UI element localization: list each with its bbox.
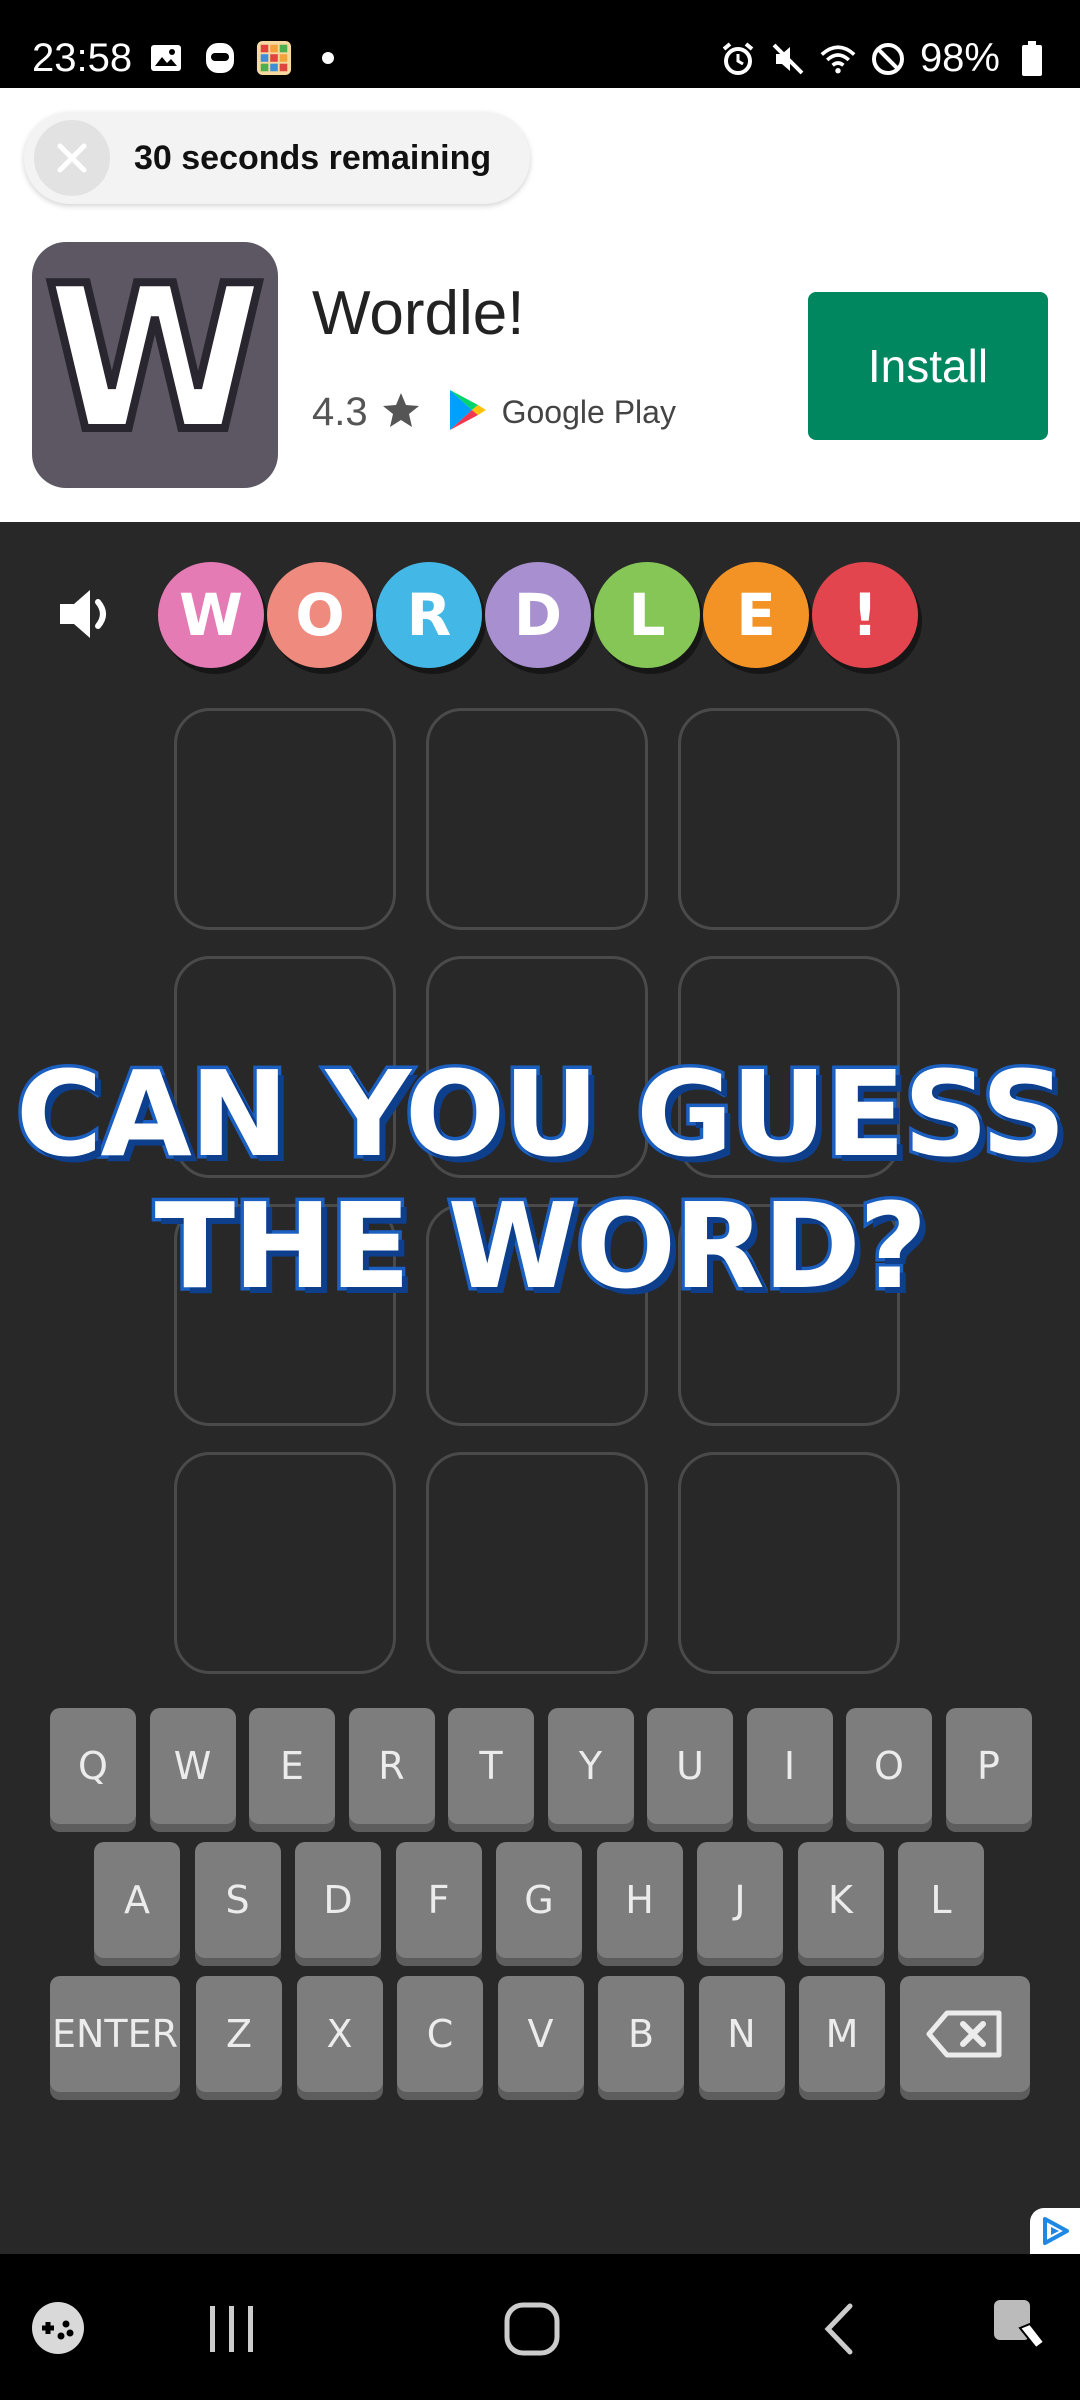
key-v[interactable]: V: [497, 1976, 584, 2092]
key-o[interactable]: O: [846, 1708, 932, 1824]
key-w[interactable]: W: [149, 1708, 236, 1824]
status-bar: 23:58 98%: [0, 0, 1080, 88]
screen-assist-icon[interactable]: [992, 2298, 1052, 2363]
key-r[interactable]: R: [348, 1708, 435, 1824]
image-icon: [148, 40, 184, 76]
ad-banner: 30 seconds remaining W Wordle! 4.3 Googl…: [0, 88, 1080, 522]
key-s[interactable]: S: [194, 1842, 281, 1958]
sound-toggle-button[interactable]: [56, 582, 128, 652]
logo-letter: !: [812, 562, 918, 668]
key-y[interactable]: Y: [547, 1708, 634, 1824]
game-area[interactable]: W O R D L E! CAN YOU GUESS THE WORD? QWERTYUI…: [0, 522, 1080, 2254]
key-d[interactable]: D: [295, 1842, 381, 1958]
logo-letter: E: [703, 562, 809, 668]
logo-letter: O: [267, 562, 373, 668]
game-launcher-icon[interactable]: [30, 2300, 86, 2361]
status-time: 23:58: [32, 36, 133, 80]
close-icon: [57, 143, 87, 173]
grid-tile: [678, 708, 900, 930]
adchoices-icon: [1043, 2217, 1069, 2245]
app-name[interactable]: Wordle!: [312, 278, 525, 349]
battery-percent: 98%: [919, 36, 1000, 80]
recents-icon[interactable]: [206, 2304, 258, 2359]
face-icon: [202, 40, 238, 76]
mute-icon: [770, 41, 806, 77]
close-ad-button[interactable]: [34, 120, 110, 196]
grid-tile: [174, 1452, 396, 1674]
key-a[interactable]: A: [94, 1842, 180, 1958]
key-h[interactable]: H: [596, 1842, 683, 1958]
key-c[interactable]: C: [397, 1976, 483, 2092]
grid-tile: [426, 708, 648, 930]
key-j[interactable]: J: [697, 1842, 783, 1958]
google-play-icon: [448, 388, 488, 437]
game-logo: W O R D L E!: [158, 562, 921, 668]
navigation-bar: [0, 2254, 1080, 2400]
speaker-icon: [60, 590, 106, 638]
key-t[interactable]: T: [448, 1708, 534, 1824]
logo-letter: W: [158, 562, 264, 668]
battery-icon: [1014, 40, 1050, 77]
key-b[interactable]: B: [598, 1976, 684, 2092]
back-icon[interactable]: [820, 2302, 856, 2361]
grid-tile: [426, 1452, 648, 1674]
key-f[interactable]: F: [395, 1842, 482, 1958]
logo-letter: R: [376, 562, 482, 668]
headline-line-2: THE WORD?: [151, 1177, 931, 1316]
key-u[interactable]: U: [647, 1708, 733, 1824]
key-backspace[interactable]: [900, 1976, 1030, 2092]
grid-tile: [174, 708, 396, 930]
rating-row: 4.3 Google Play: [312, 388, 676, 437]
key-x[interactable]: X: [296, 1976, 383, 2092]
key-m[interactable]: M: [799, 1976, 885, 2092]
game-app-icon: [256, 40, 292, 76]
key-enter[interactable]: ENTER: [50, 1976, 180, 2092]
key-q[interactable]: Q: [50, 1708, 136, 1824]
key-e[interactable]: E: [249, 1708, 335, 1824]
key-i[interactable]: I: [746, 1708, 833, 1824]
dot-icon: [310, 40, 346, 76]
key-n[interactable]: N: [698, 1976, 785, 2092]
grid-tile: [678, 1452, 900, 1674]
countdown-text: 30 seconds remaining: [134, 138, 492, 177]
logo-letter: L: [594, 562, 700, 668]
headline: CAN YOU GUESS THE WORD?: [0, 1045, 1080, 1316]
rating-value: 4.3: [312, 390, 368, 434]
adchoices-button[interactable]: [1030, 2208, 1080, 2254]
app-icon[interactable]: W: [32, 242, 278, 488]
star-icon: [382, 392, 420, 433]
store-label: Google Play: [501, 394, 676, 430]
wifi-icon: [820, 41, 856, 77]
home-icon[interactable]: [504, 2302, 560, 2361]
blocked-icon: [870, 41, 906, 77]
key-l[interactable]: L: [898, 1842, 984, 1958]
install-button[interactable]: Install: [808, 292, 1048, 440]
key-g[interactable]: G: [496, 1842, 582, 1958]
key-z[interactable]: Z: [196, 1976, 282, 2092]
backspace-icon: [926, 2010, 1002, 2058]
key-p[interactable]: P: [945, 1708, 1032, 1824]
alarm-icon: [720, 41, 756, 77]
headline-line-1: CAN YOU GUESS: [12, 1045, 1069, 1184]
key-k[interactable]: K: [797, 1842, 884, 1958]
countdown-pill: 30 seconds remaining: [24, 112, 530, 204]
logo-letter: D: [485, 562, 591, 668]
app-icon-letter: W: [41, 243, 270, 476]
